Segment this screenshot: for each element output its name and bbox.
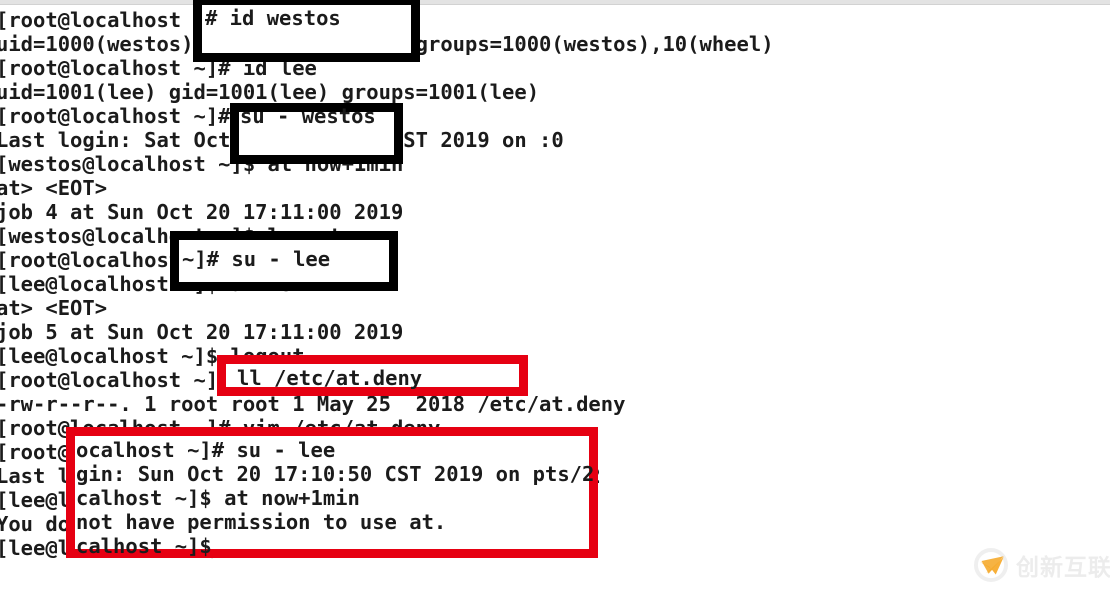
annotation-label-id-westos: # id westos bbox=[205, 6, 341, 30]
terminal-line: at> <EOT> bbox=[0, 296, 108, 320]
circle-check-logo-icon bbox=[972, 546, 1010, 584]
annotation-label-line: gin: Sun Oct 20 17:10:50 CST 2019 on pts… bbox=[76, 462, 595, 486]
annotation-label-line: ocalhost ~]# su - lee bbox=[76, 438, 336, 462]
screenshot-root: [root@localhost ~]# id westos uid=1000(we… bbox=[0, 0, 1110, 593]
terminal-line: job 4 at Sun Oct 20 17:11:00 2019 bbox=[0, 200, 404, 224]
watermark: 创新互联 bbox=[972, 545, 1110, 585]
annotation-label-ll-at-deny: ll /etc/at.deny bbox=[237, 366, 423, 390]
watermark-text: 创新互联 bbox=[1016, 555, 1110, 581]
annotation-label-su-lee: ~]# su - lee bbox=[182, 247, 331, 271]
annotation-label-line: calhost ~]$ bbox=[76, 534, 212, 558]
annotation-label-line: calhost ~]$ at now+1min bbox=[76, 486, 360, 510]
annotation-label-line: not have permission to use at. bbox=[76, 510, 447, 534]
annotation-label-su-westos: su - westos bbox=[240, 104, 376, 128]
terminal-line: at> <EOT> bbox=[0, 176, 108, 200]
terminal-line: job 5 at Sun Oct 20 17:11:00 2019 bbox=[0, 320, 404, 344]
terminal-line: uid=1001(lee) gid=1001(lee) groups=1001(… bbox=[0, 80, 540, 104]
